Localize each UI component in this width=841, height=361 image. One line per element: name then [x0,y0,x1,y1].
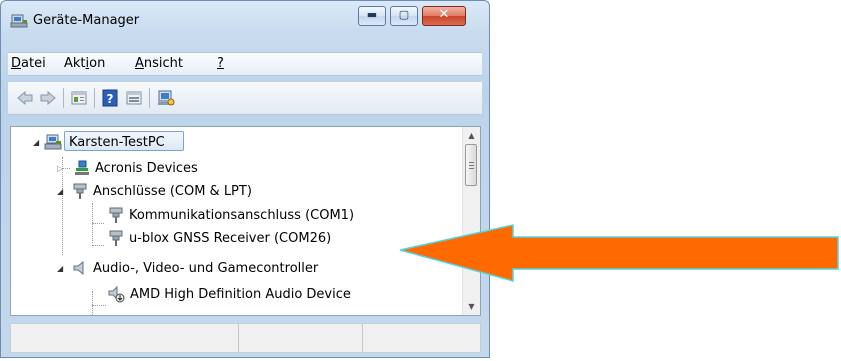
speaker-download-icon [108,285,125,303]
menu-aktion-rest: on [89,56,106,71]
tree-item-anschluesse[interactable]: ◢ Anschlüsse (COM & LPT) [11,180,451,202]
window-title: Geräte-Manager [33,13,140,28]
maximize-icon: ▢ [398,8,410,21]
tree-item-ublox-gnss[interactable]: u-blox GNSS Receiver (COM26) [11,227,451,249]
status-bar [10,323,481,353]
port-connector-icon [109,230,123,246]
tree-root-row[interactable]: ◢ Karsten-TestPC [11,131,451,153]
properties-icon[interactable] [70,89,88,107]
collapse-triangle-icon[interactable]: ◢ [57,264,65,273]
tree-item-amd-audio[interactable]: AMD High Definition Audio Device [11,283,451,305]
network-device-icon [75,160,89,175]
device-scan-icon[interactable] [157,89,175,107]
svg-text:?: ? [107,92,114,106]
menu-aktion-pre: Akt [64,56,86,71]
close-icon: ✕ [438,7,450,22]
tree-item-acronis-devices[interactable]: ▷ Acronis Devices [11,157,451,179]
expand-triangle-icon[interactable]: ▷ [57,164,65,173]
back-arrow-icon[interactable] [16,89,34,107]
status-cell [11,324,239,352]
tree-guide-line [92,305,106,306]
tree-item-label: Kommunikationsanschluss (COM1) [129,208,355,223]
toolbar-separator [149,88,150,108]
scroll-thumb[interactable] [465,144,477,186]
port-connector-icon [109,207,123,223]
menu-bar: Datei Aktion Ansicht ? [8,52,482,76]
tree-item-label: Anschlüsse (COM & LPT) [93,184,252,199]
tree-item-label: u-blox GNSS Receiver (COM26) [129,231,332,246]
computer-icon [44,134,62,150]
tree-item-audio-video[interactable]: ◢ Audio-, Video- und Gamecontroller [11,257,451,279]
menu-datei-rest: atei [21,56,46,71]
tree-item-label: AMD High Definition Audio Device [130,287,351,302]
tree-item-com1[interactable]: Kommunikationsanschluss (COM1) [11,204,451,226]
menu-aktion[interactable]: Aktion [64,56,105,71]
toolbar: ? [8,82,482,115]
menu-ansicht-accel: A [135,56,144,71]
help-icon[interactable]: ? [101,89,119,107]
minimize-button[interactable]: ▬ [358,6,386,26]
maximize-button[interactable]: ▢ [390,6,418,26]
device-tree[interactable]: ◢ Karsten-TestPC ▷ Acronis Devices ◢ Ans… [10,126,481,316]
menu-help-accel: ? [217,56,224,71]
toolbar-separator [94,88,95,108]
menu-datei[interactable]: Datei [11,56,46,71]
annotation-arrow [399,224,839,282]
close-button[interactable]: ✕ [422,6,466,26]
menu-ansicht-rest: nsicht [143,56,184,71]
tree-root-label: Karsten-TestPC [69,135,165,150]
toolbar-separator [63,88,64,108]
menu-help[interactable]: ? [217,56,224,71]
port-connector-icon [73,183,87,199]
forward-arrow-icon[interactable] [39,89,57,107]
scroll-down-icon[interactable]: ▼ [463,298,480,315]
device-manager-window: Geräte-Manager ▬ ▢ ✕ Datei Aktion Ansich… [0,0,490,358]
minimize-icon: ▬ [366,8,378,21]
collapse-triangle-icon[interactable]: ◢ [33,138,41,147]
thumb-grip [469,168,474,169]
menu-datei-accel: D [11,56,22,71]
speaker-icon [73,260,84,276]
tree-item-label: Audio-, Video- und Gamecontroller [93,261,319,276]
view-icon[interactable] [125,89,143,107]
title-bar[interactable]: Geräte-Manager ▬ ▢ ✕ [1,1,489,39]
status-cell [238,324,363,352]
device-manager-icon [10,14,28,28]
status-cell [362,324,480,352]
thumb-grip [469,162,474,163]
collapse-triangle-icon[interactable]: ◢ [57,187,65,196]
vertical-scrollbar[interactable]: ▲ ▼ [462,127,480,315]
thumb-grip [469,165,474,166]
tree-item-label: Acronis Devices [95,161,198,176]
menu-ansicht[interactable]: Ansicht [135,56,183,71]
scroll-up-icon[interactable]: ▲ [463,127,480,144]
